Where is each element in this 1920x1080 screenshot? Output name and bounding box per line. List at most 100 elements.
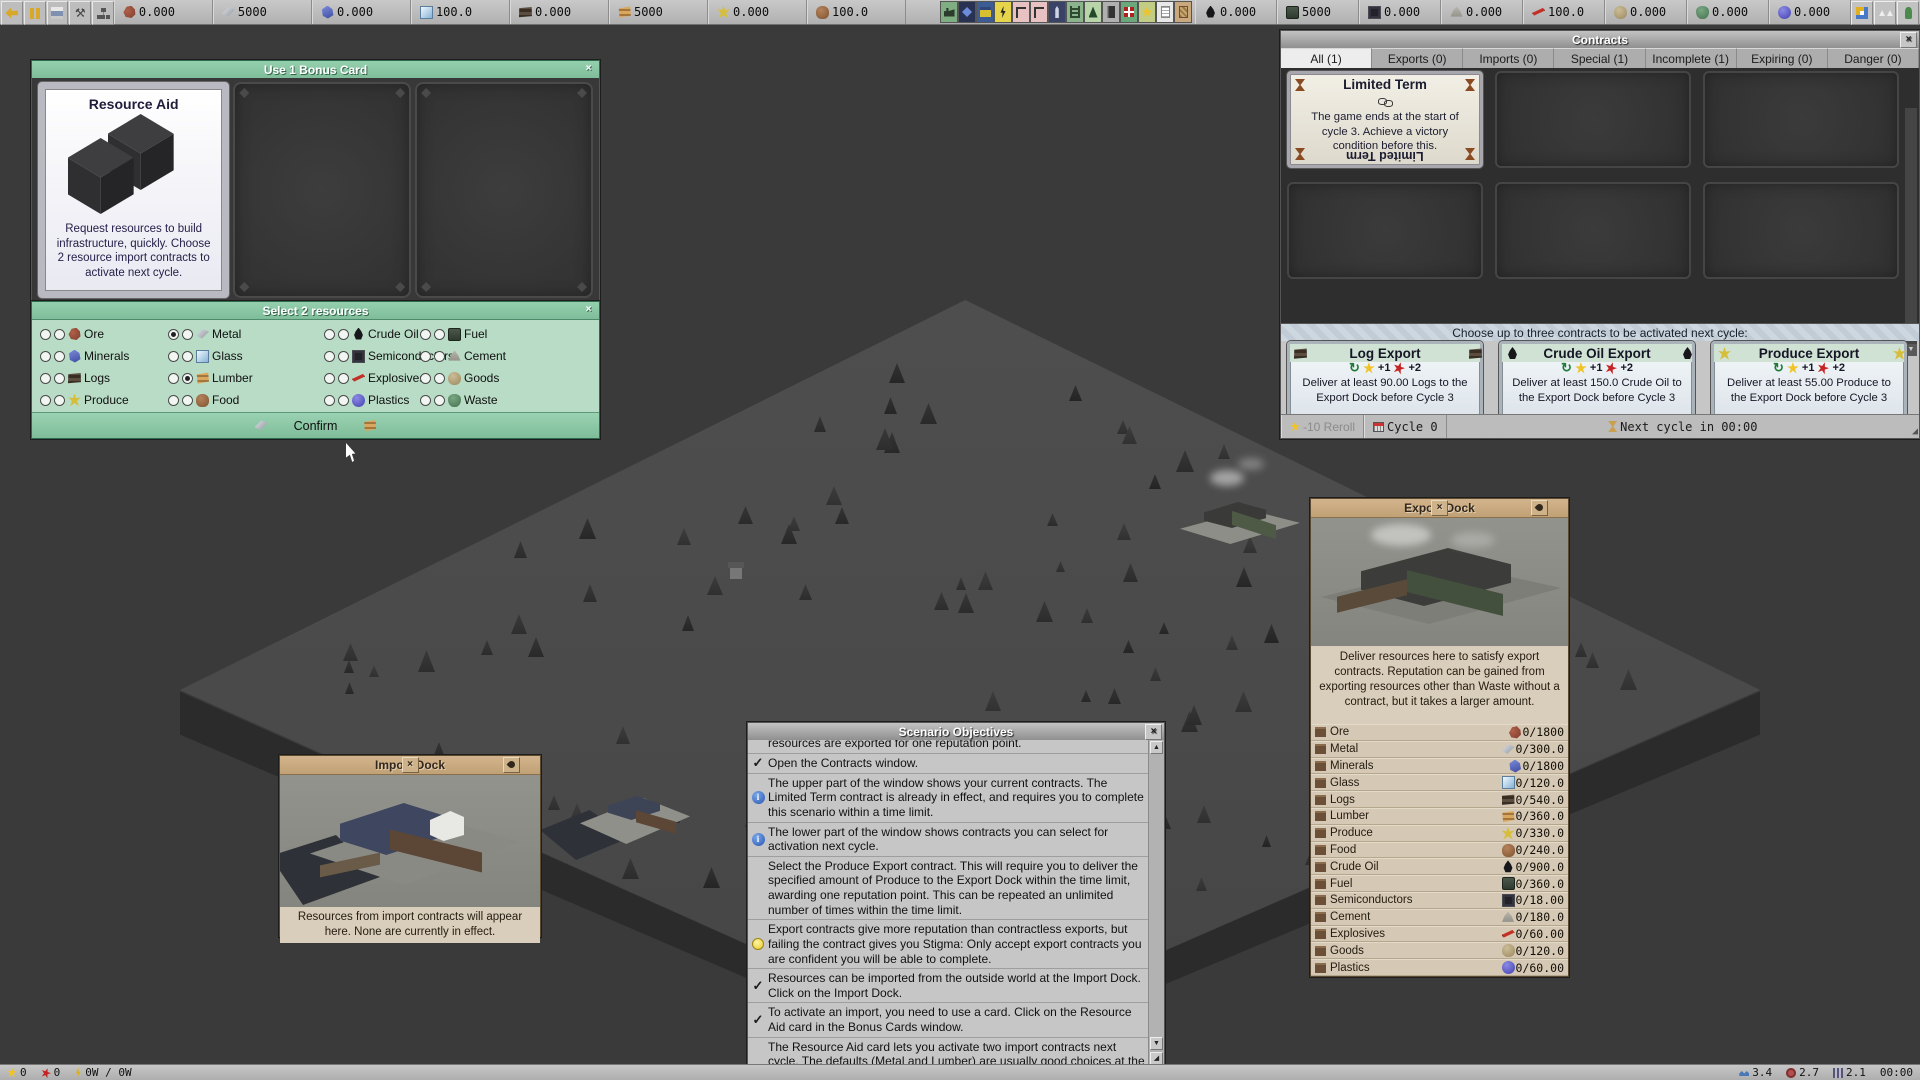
limited-term-card[interactable]: Limited Term The game ends at the start … xyxy=(1287,71,1483,168)
resource-option-ore[interactable]: Ore xyxy=(40,323,129,345)
build-button-power[interactable] xyxy=(994,1,1012,23)
radio-first-fuel[interactable] xyxy=(420,329,431,340)
radio-first-cement[interactable] xyxy=(420,351,431,362)
build-button-reputation-star[interactable] xyxy=(1138,1,1156,23)
radio-second-fuel[interactable] xyxy=(434,329,445,340)
build-button-ledger[interactable] xyxy=(1102,1,1120,23)
save-button[interactable] xyxy=(47,1,69,25)
pin-icon[interactable] xyxy=(503,757,520,773)
radio-first-lumber[interactable] xyxy=(168,373,179,384)
radio-first-plastics[interactable] xyxy=(324,395,335,406)
resize-grip-icon[interactable]: ◢ xyxy=(1912,426,1918,437)
build-button-tree[interactable] xyxy=(1084,1,1102,23)
radio-second-lumber[interactable] xyxy=(182,373,193,384)
tab-all[interactable]: All (1) xyxy=(1281,48,1372,68)
radio-first-semiconductors[interactable] xyxy=(324,351,335,362)
import-dock-titlebar[interactable]: Import Dock × xyxy=(280,756,540,775)
objectives-titlebar[interactable]: Scenario Objectives × xyxy=(748,723,1164,741)
radio-first-waste[interactable] xyxy=(420,395,431,406)
build-button-notes[interactable] xyxy=(1156,1,1174,23)
empty-card-slot[interactable] xyxy=(415,82,593,298)
close-icon[interactable]: × xyxy=(402,757,419,773)
radio-first-ore[interactable] xyxy=(40,329,51,340)
radio-second-explosives[interactable] xyxy=(338,373,349,384)
build-button-train[interactable] xyxy=(976,1,994,23)
map-tower[interactable] xyxy=(728,560,744,580)
radio-second-ore[interactable] xyxy=(54,329,65,340)
resource-option-cement[interactable]: Cement xyxy=(420,345,506,367)
build-button-crane-b[interactable] xyxy=(1030,1,1048,23)
close-icon[interactable]: × xyxy=(1431,500,1448,516)
scroll-down-icon[interactable]: ▼ xyxy=(1150,1037,1163,1050)
radio-first-minerals[interactable] xyxy=(40,351,51,362)
close-icon[interactable]: × xyxy=(1900,32,1917,48)
build-button-church[interactable] xyxy=(1048,1,1066,23)
resource-option-lumber[interactable]: Lumber xyxy=(168,367,253,389)
radio-second-cement[interactable] xyxy=(434,351,445,362)
build-button-crane-a[interactable] xyxy=(1012,1,1030,23)
back-arrow-button[interactable] xyxy=(1,1,23,25)
resource-option-produce[interactable]: Produce xyxy=(40,389,129,411)
resource-option-logs[interactable]: Logs xyxy=(40,367,129,389)
contracts-scrollbar[interactable]: ▼ xyxy=(1905,108,1917,356)
tab-expiring[interactable]: Expiring (0) xyxy=(1737,48,1828,68)
pause-button[interactable] xyxy=(24,1,46,25)
radio-first-logs[interactable] xyxy=(40,373,51,384)
resource-option-minerals[interactable]: Minerals xyxy=(40,345,129,367)
tab-special[interactable]: Special (1) xyxy=(1554,48,1645,68)
radio-second-glass[interactable] xyxy=(182,351,193,362)
radio-first-glass[interactable] xyxy=(168,351,179,362)
radio-first-produce[interactable] xyxy=(40,395,51,406)
resource-option-goods[interactable]: Goods xyxy=(420,367,506,389)
bonus-window-titlebar[interactable]: Use 1 Bonus Card × xyxy=(32,61,599,79)
radio-first-crude-oil[interactable] xyxy=(324,329,335,340)
radio-first-goods[interactable] xyxy=(420,373,431,384)
close-icon[interactable]: × xyxy=(1145,724,1162,740)
radio-second-semiconductors[interactable] xyxy=(338,351,349,362)
export-dock-titlebar[interactable]: Export Dock × xyxy=(1311,499,1568,518)
pin-icon[interactable] xyxy=(1531,500,1548,516)
reroll-button[interactable]: -10 Reroll xyxy=(1281,415,1364,438)
raise-terrain-button[interactable]: ▲▲ xyxy=(1874,1,1896,25)
objectives-scrollbar[interactable]: ▲ ▼ ◢ xyxy=(1148,740,1164,1066)
vegetation-button[interactable] xyxy=(1897,1,1919,25)
select-window-titlebar[interactable]: Select 2 resources × xyxy=(32,302,599,320)
contracts-titlebar[interactable]: Contracts × xyxy=(1281,31,1919,49)
empty-card-slot[interactable] xyxy=(233,82,411,298)
confirm-button[interactable]: Confirm xyxy=(294,419,338,433)
build-button-bonus-gift[interactable] xyxy=(1120,1,1138,23)
network-button[interactable] xyxy=(92,1,114,25)
tools-button[interactable]: ⚒ xyxy=(69,1,91,25)
tab-imports[interactable]: Imports (0) xyxy=(1463,48,1554,68)
resource-option-waste[interactable]: Waste xyxy=(420,389,506,411)
tab-danger[interactable]: Danger (0) xyxy=(1828,48,1919,68)
radio-second-logs[interactable] xyxy=(54,373,65,384)
build-button-gem[interactable] xyxy=(958,1,976,23)
radio-second-plastics[interactable] xyxy=(338,395,349,406)
radio-second-food[interactable] xyxy=(182,395,193,406)
radio-first-explosives[interactable] xyxy=(324,373,335,384)
radio-first-food[interactable] xyxy=(168,395,179,406)
resource-aid-card[interactable]: Resource Aid Request resources to build … xyxy=(38,82,229,298)
radio-first-metal[interactable] xyxy=(168,329,179,340)
alerts-button[interactable] xyxy=(1851,1,1873,25)
radio-second-minerals[interactable] xyxy=(54,351,65,362)
scroll-up-icon[interactable]: ▲ xyxy=(1150,741,1163,754)
resource-option-food[interactable]: Food xyxy=(168,389,253,411)
build-button-rails[interactable] xyxy=(1066,1,1084,23)
resource-option-glass[interactable]: Glass xyxy=(168,345,253,367)
radio-second-crude-oil[interactable] xyxy=(338,329,349,340)
resource-option-metal[interactable]: Metal xyxy=(168,323,253,345)
close-icon[interactable]: × xyxy=(581,303,596,317)
resource-option-fuel[interactable]: Fuel xyxy=(420,323,506,345)
tab-exports[interactable]: Exports (0) xyxy=(1372,48,1463,68)
radio-second-metal[interactable] xyxy=(182,329,193,340)
radio-second-produce[interactable] xyxy=(54,395,65,406)
confirm-bar[interactable]: Confirm xyxy=(32,412,599,438)
radio-second-waste[interactable] xyxy=(434,395,445,406)
map-export-dock[interactable] xyxy=(1180,488,1300,552)
close-icon[interactable]: × xyxy=(581,62,596,76)
map-import-dock[interactable] xyxy=(540,780,700,870)
build-button-scenario-clipboard[interactable] xyxy=(1174,1,1192,23)
radio-second-goods[interactable] xyxy=(434,373,445,384)
